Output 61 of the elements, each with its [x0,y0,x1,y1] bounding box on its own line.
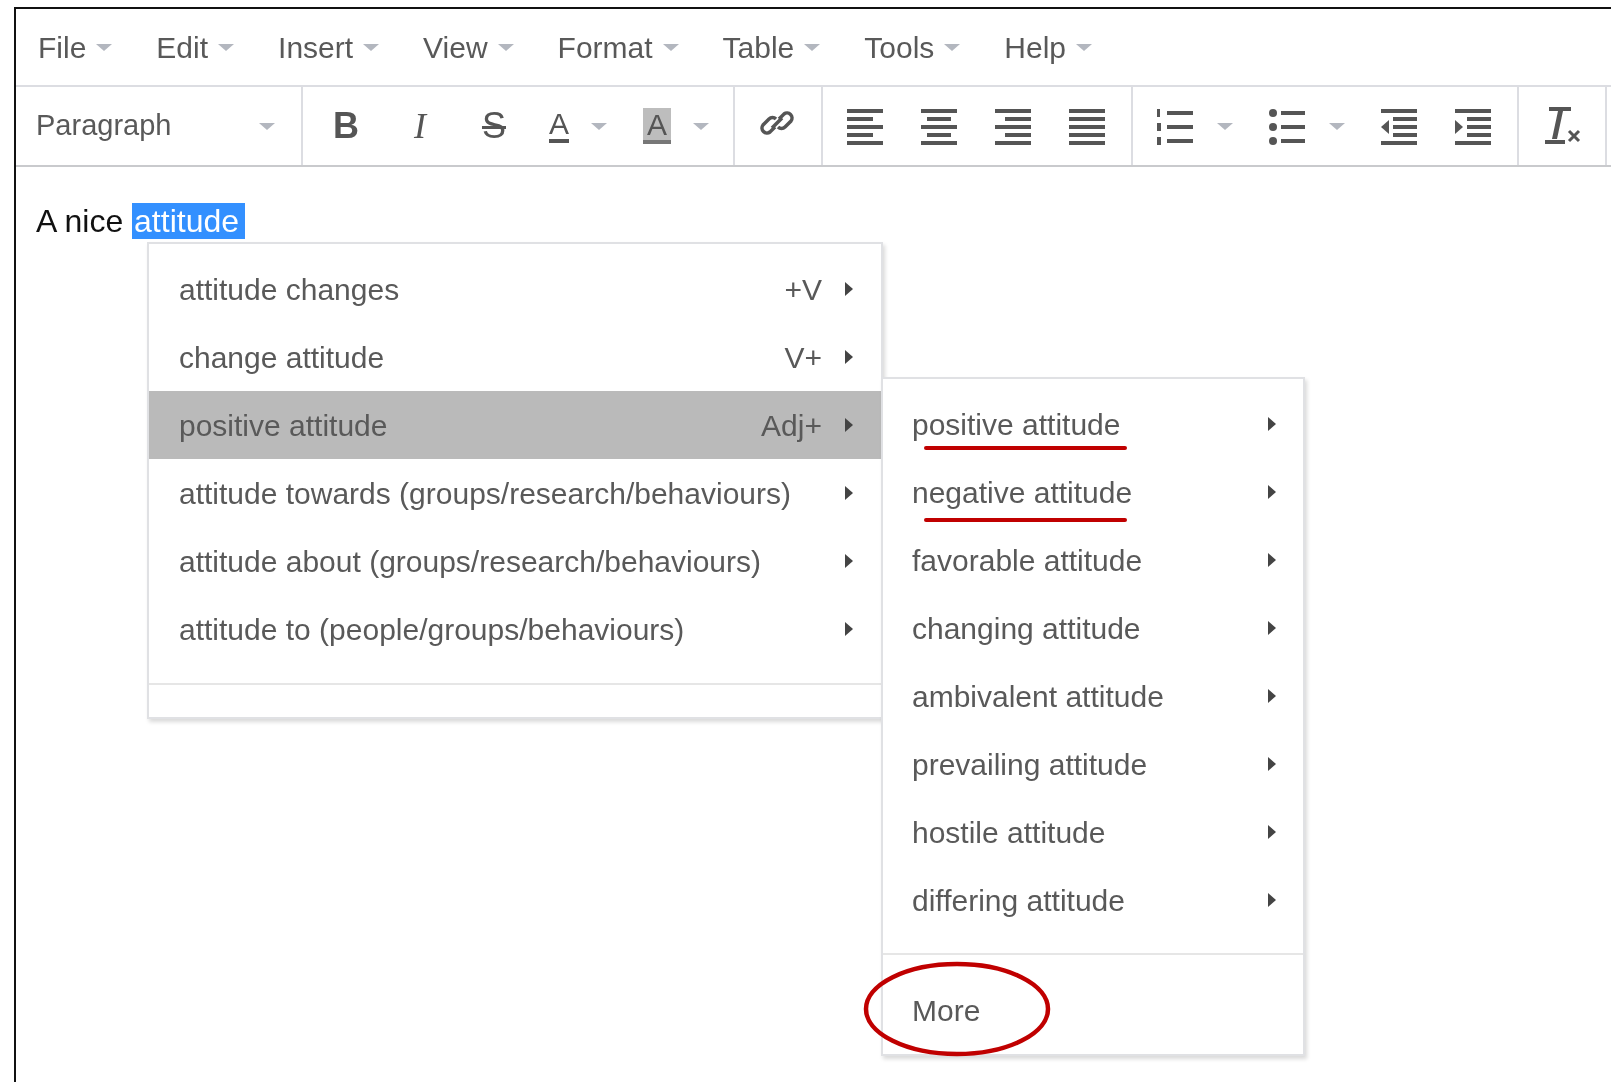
menu-item[interactable]: Tools [864,24,961,70]
submenu-item[interactable]: ambivalent attitude [883,662,1303,730]
shortcut-text: Adj+ [761,407,822,444]
submenu-item[interactable]: prevailing attitude [883,730,1303,798]
caret-icon [944,43,961,51]
submenu-item[interactable]: negative attitude [883,458,1303,526]
menu-item[interactable]: Format [557,24,679,70]
background-color-button[interactable]: A [625,96,728,156]
caret-icon [693,122,710,130]
menu-item[interactable]: File [38,24,113,70]
caret-icon [1076,43,1093,51]
submenu-arrow-icon [844,417,854,433]
menu-item[interactable]: Edit [156,24,235,70]
submenu-item[interactable]: hostile attitude [883,798,1303,866]
submenu-arrow-icon [844,281,854,297]
caret-icon [1217,122,1234,130]
submenu-arrow-icon [844,485,854,501]
submenu-arrow-icon [1267,552,1277,568]
submenu-arrow-icon [1267,416,1277,432]
submenu-arrow-icon [1267,892,1277,908]
submenu-arrow-icon [1267,824,1277,840]
text-color-button[interactable]: A [531,96,625,156]
shortcut-text: V+ [784,339,822,376]
caret-icon [497,43,514,51]
editor-text: A nice attitude [36,197,1591,245]
submenu-arrow-icon [1267,484,1277,500]
caret-icon [804,43,821,51]
submenu-arrow-icon [844,621,854,637]
clear-formatting-icon [1543,105,1582,147]
menu-item[interactable]: View [423,24,514,70]
submenu-item[interactable]: favorable attitude [883,526,1303,594]
submenu-arrow-icon [1267,756,1277,772]
caret-icon [363,43,380,51]
more-item[interactable]: More [883,976,1303,1044]
menu-item[interactable]: Help [1004,24,1093,70]
caret-icon [96,43,113,51]
submenu-item[interactable]: positive attitude [883,390,1303,458]
menu-item[interactable]: Table [722,24,821,70]
shortcut-text: +V [784,271,822,308]
submenu-item[interactable]: changing attitude [883,594,1303,662]
strikethrough-button[interactable]: S [457,96,531,156]
context-menu-item[interactable]: attitude about (groups/research/behaviours) [149,527,881,595]
context-menu-item[interactable]: attitude to (people/groups/behaviours) [149,595,881,663]
menu-item[interactable]: Insert [278,24,380,70]
context-menu-item[interactable]: positive attitude Adj+ [149,391,881,459]
format-dropdown[interactable]: Paragraph [16,87,303,165]
context-menu-item[interactable]: attitude changes +V [149,255,881,323]
caret-icon [259,122,275,130]
caret-icon [591,122,607,130]
bold-button[interactable]: B [309,96,383,156]
italic-button[interactable]: I [383,96,457,156]
caret-icon [218,43,235,51]
submenu-arrow-icon [1267,620,1277,636]
context-menu-item[interactable]: attitude towards (groups/research/behaviours) [149,459,881,527]
context-menu-item[interactable]: change attitude V+ [149,323,881,391]
submenu-item[interactable]: differing attitude [883,866,1303,934]
caret-icon [1329,122,1346,130]
submenu-arrow-icon [1267,688,1277,704]
caret-icon [662,43,679,51]
submenu-arrow-icon [844,553,854,569]
submenu-arrow-icon [844,349,854,365]
